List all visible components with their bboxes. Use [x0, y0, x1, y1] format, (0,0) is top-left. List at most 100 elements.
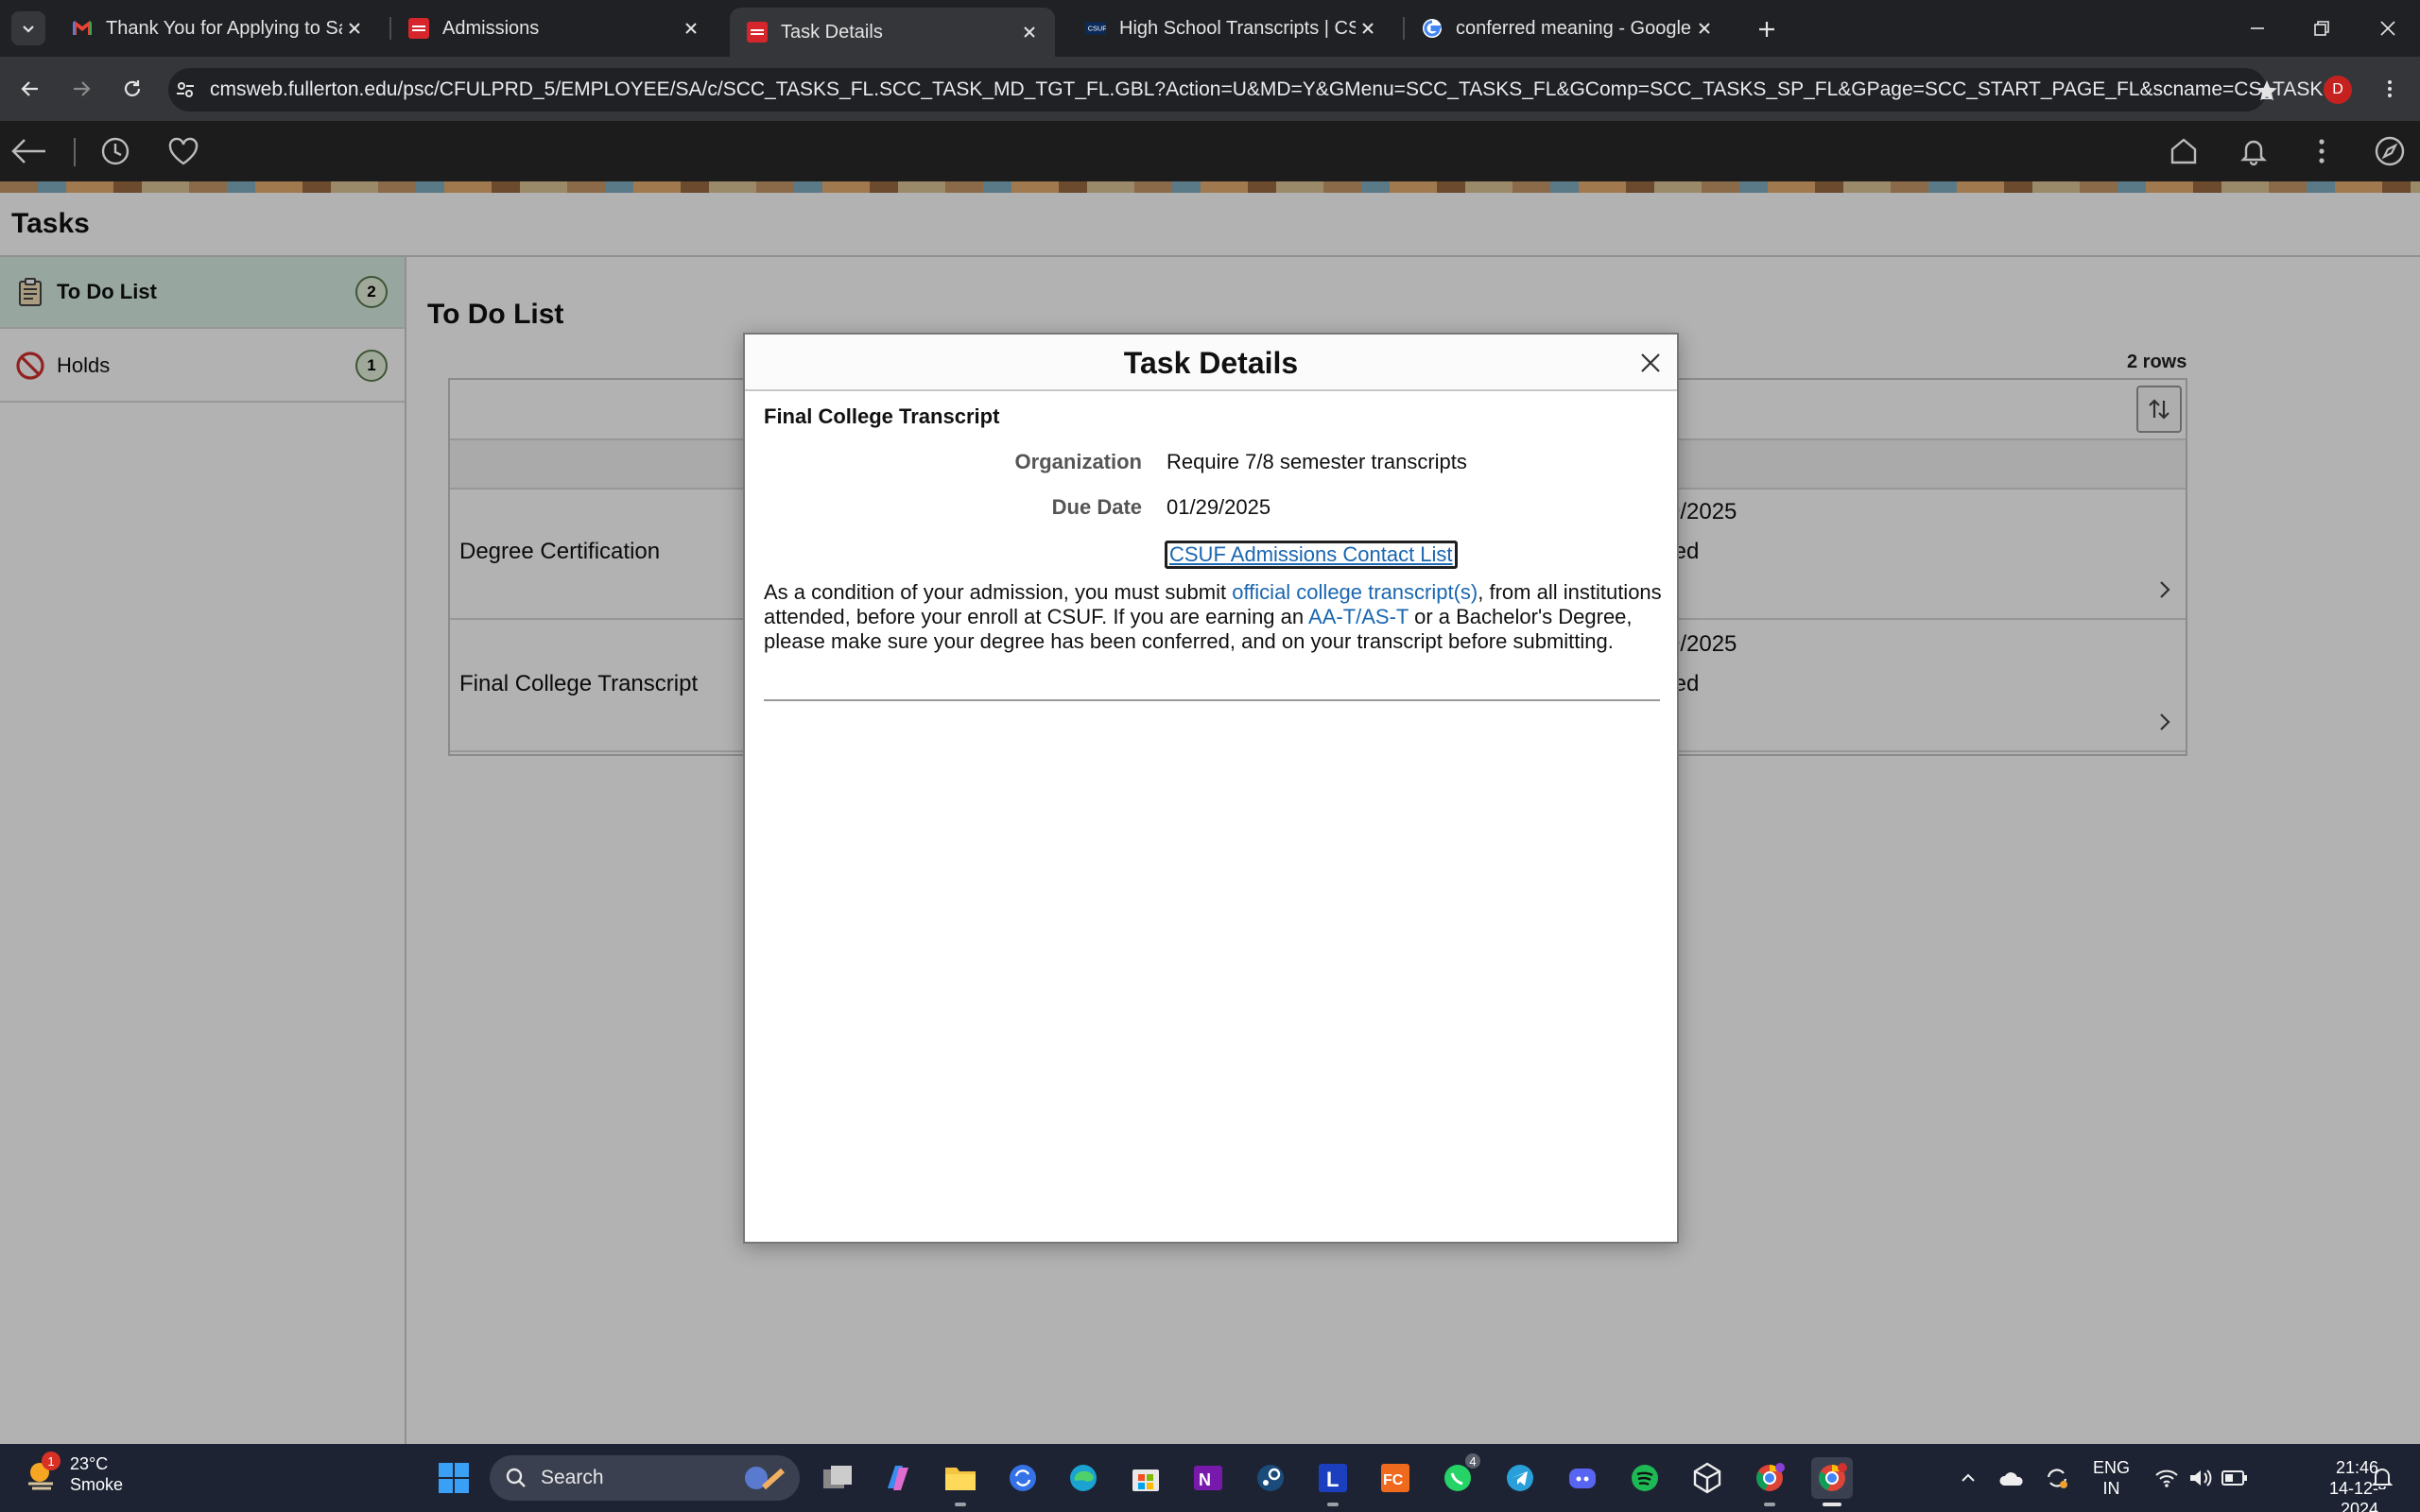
tab-title: conferred meaning - Google Search — [1456, 17, 1692, 39]
tab-high-school-transcripts[interactable]: CSUF High School Transcripts | CSUF — [1068, 8, 1393, 49]
task-view-icon[interactable] — [817, 1457, 858, 1499]
contact-list-link[interactable]: CSUF Admissions Contact List — [1165, 541, 1458, 569]
new-tab-button[interactable] — [1751, 13, 1783, 45]
search-highlight-icon — [745, 1467, 786, 1490]
l-app-icon[interactable]: L — [1312, 1457, 1354, 1506]
task-name-heading: Final College Transcript — [764, 404, 1000, 428]
ps-divider — [74, 138, 76, 166]
arrow-right-icon — [74, 81, 91, 96]
tab-task-details[interactable]: Task Details — [730, 8, 1055, 57]
close-window-button[interactable] — [2356, 0, 2420, 57]
close-tab-icon[interactable] — [1692, 16, 1717, 41]
close-icon — [1641, 353, 1660, 372]
ps-recent-button[interactable] — [96, 132, 134, 170]
region-code: IN — [2102, 1479, 2120, 1498]
sync-status-icon[interactable] — [2042, 1463, 2072, 1493]
sync-app-icon[interactable] — [1002, 1457, 1044, 1499]
bookmark-star-icon[interactable] — [2248, 72, 2286, 110]
browser-tab-strip: Thank You for Applying to San Diego Admi… — [0, 0, 2420, 57]
weather-widget[interactable]: 1 23°C Smoke — [23, 1452, 124, 1495]
tasks-page: Tasks To Do List 2 Holds 1 To Do List 2 … — [0, 193, 2420, 1444]
aa-t-as-t-link[interactable]: AA-T/AS-T — [1308, 605, 1409, 628]
compass-icon — [2375, 136, 2405, 166]
language-code: ENG — [2093, 1458, 2131, 1477]
csuf-icon — [747, 22, 768, 43]
close-tab-icon[interactable] — [342, 16, 367, 41]
ps-favorites-button[interactable] — [164, 132, 202, 170]
discord-icon[interactable] — [1562, 1457, 1603, 1499]
battery-icon[interactable] — [2220, 1463, 2250, 1493]
svg-text:N: N — [1199, 1470, 1211, 1489]
restore-button[interactable] — [2290, 0, 2354, 57]
telegram-icon[interactable] — [1499, 1457, 1541, 1499]
chrome-active-icon[interactable] — [1811, 1457, 1853, 1506]
svg-text:CSUF: CSUF — [1088, 25, 1106, 33]
whatsapp-icon[interactable]: 4 — [1437, 1452, 1482, 1499]
volume-icon[interactable] — [2186, 1463, 2216, 1493]
url-text: cmsweb.fullerton.edu/psc/CFULPRD_5/EMPLO… — [210, 78, 2337, 100]
ps-navbar-button[interactable] — [2371, 132, 2409, 170]
onedrive-cloud-icon[interactable] — [1996, 1463, 2027, 1493]
search-icon — [506, 1468, 526, 1487]
fc-app-icon[interactable]: FC — [1374, 1457, 1416, 1499]
language-indicator[interactable]: ENG IN — [2093, 1457, 2130, 1499]
due-date-label: Due Date — [1051, 495, 1142, 519]
restore-icon — [2314, 21, 2329, 36]
close-tab-icon[interactable] — [679, 16, 703, 41]
browser-menu-button[interactable] — [2371, 70, 2409, 108]
weather-smoke-icon: 1 — [23, 1452, 60, 1493]
wifi-icon[interactable] — [2152, 1463, 2182, 1493]
file-explorer-icon[interactable] — [940, 1457, 981, 1506]
tab-gmail[interactable]: Thank You for Applying to San Diego — [55, 8, 380, 49]
csuf-icon — [408, 18, 429, 39]
close-tab-icon[interactable] — [1017, 20, 1042, 44]
windows-logo-icon — [439, 1463, 469, 1493]
steam-icon[interactable] — [1250, 1457, 1291, 1499]
close-tab-icon[interactable] — [1356, 16, 1380, 41]
tab-google-search[interactable]: conferred meaning - Google Search — [1405, 8, 1730, 49]
google-icon — [1422, 18, 1443, 39]
reload-icon — [124, 80, 141, 96]
profile-avatar[interactable]: D — [2324, 76, 2352, 104]
running-indicator — [1327, 1503, 1339, 1506]
task-description: As a condition of your admission, you mu… — [764, 580, 1662, 654]
reload-button[interactable] — [113, 70, 151, 108]
tab-search-button[interactable] — [11, 11, 45, 45]
chrome-profile-icon[interactable] — [1749, 1457, 1790, 1506]
ps-home-button[interactable] — [2165, 132, 2203, 170]
edge-browser-icon[interactable] — [1063, 1457, 1104, 1499]
weather-badge: 1 — [42, 1452, 60, 1470]
start-button[interactable] — [433, 1457, 475, 1499]
ps-notifications-button[interactable] — [2235, 132, 2273, 170]
bell-icon — [2240, 140, 2267, 166]
official-transcripts-link[interactable]: official college transcript(s) — [1232, 580, 1478, 604]
arrow-left-icon — [21, 81, 38, 96]
tab-title: Task Details — [781, 21, 883, 43]
close-modal-button[interactable] — [1637, 350, 1664, 376]
address-bar[interactable]: cmsweb.fullerton.edu/psc/CFULPRD_5/EMPLO… — [168, 68, 2336, 112]
notification-bell-icon[interactable] — [2367, 1463, 2397, 1493]
kebab-menu-icon — [2388, 80, 2392, 97]
heart-icon — [168, 137, 199, 165]
unity-hub-icon[interactable] — [1686, 1457, 1728, 1499]
ps-actions-menu-button[interactable] — [2303, 132, 2341, 170]
onenote-icon[interactable]: N — [1187, 1457, 1229, 1499]
ps-back-button[interactable] — [9, 132, 47, 170]
search-label: Search — [541, 1467, 604, 1488]
running-indicator — [955, 1503, 966, 1506]
site-settings-icon[interactable] — [174, 71, 197, 109]
copilot-icon[interactable] — [877, 1457, 919, 1499]
taskbar-search[interactable]: Search — [490, 1455, 800, 1501]
tab-admissions[interactable]: Admissions — [391, 8, 717, 49]
spotify-icon[interactable] — [1624, 1457, 1666, 1499]
forward-button[interactable] — [62, 70, 100, 108]
running-indicator — [1823, 1503, 1841, 1506]
task-details-modal: Task Details Final College Transcript Or… — [743, 333, 1679, 1244]
back-button[interactable] — [11, 70, 49, 108]
microsoft-store-icon[interactable] — [1125, 1457, 1167, 1499]
organization-label: Organization — [1014, 450, 1142, 473]
due-date-value: 01/29/2025 — [1167, 495, 1271, 519]
weather-description: Smoke — [70, 1475, 124, 1494]
minimize-button[interactable] — [2225, 0, 2290, 57]
chevron-up-icon[interactable] — [1953, 1463, 1983, 1493]
